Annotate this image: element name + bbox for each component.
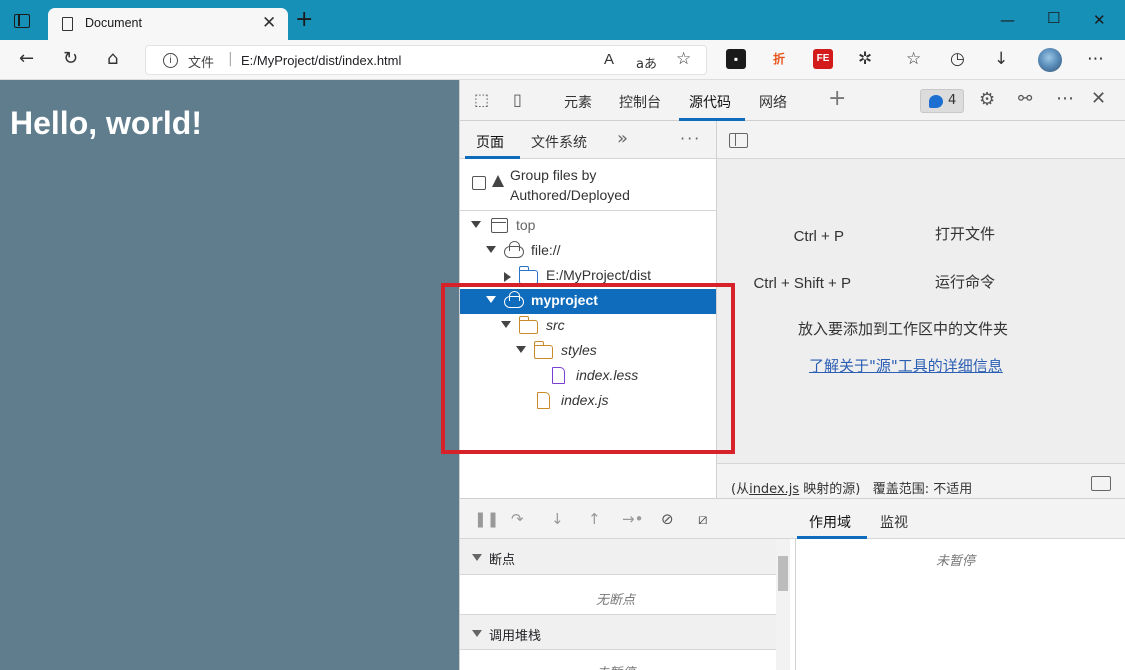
tab-console[interactable]: 控制台: [619, 92, 661, 112]
profile-avatar[interactable]: [1038, 48, 1062, 72]
learn-more-link[interactable]: 了解关于"源"工具的详细信息: [809, 355, 1003, 376]
minimize-icon[interactable]: —: [1000, 11, 1015, 29]
tab-network[interactable]: 网络: [759, 92, 787, 112]
editor-status-bar: (从index.js 映射的源) 覆盖范围: 不适用: [717, 463, 1125, 498]
navigator-tabs: 页面 文件系统 » ···: [460, 121, 716, 159]
shortcut-run-command-desc: 运行命令: [935, 273, 996, 291]
scope-not-paused: 未暂停: [936, 554, 976, 569]
debugger-pane: ❚❚ ↷ ↓ ↑ →• ⊘ ⧄ 断点 无断点 调用堆栈 未暂停: [460, 498, 796, 670]
maximize-icon[interactable]: ☐: [1047, 9, 1060, 27]
pause-on-exceptions-icon[interactable]: ⧄: [698, 510, 708, 528]
refresh-icon[interactable]: ↻: [63, 49, 78, 69]
folder-icon: [519, 266, 538, 284]
url-text[interactable]: E:/MyProject/dist/index.html: [241, 53, 401, 68]
extension-fe-icon[interactable]: FE: [813, 49, 833, 69]
settings-gear-icon[interactable]: ⚙: [979, 89, 995, 110]
step-icon[interactable]: →•: [622, 510, 643, 528]
scope-pane: 作用域 监视 未暂停: [796, 498, 1125, 670]
tree-item-file-scheme[interactable]: file://: [460, 239, 716, 264]
scope-tabs: 作用域 监视: [796, 499, 1125, 539]
highlight-annotation: [441, 283, 735, 454]
editor-pane: Ctrl + P 打开文件 Ctrl + Shift + P 运行命令 放入要添…: [717, 121, 1125, 498]
cloud-icon: [504, 241, 524, 258]
group-files-label: Group files by Authored/Deployed: [510, 167, 630, 203]
page-icon: [62, 17, 73, 31]
status-text: (从index.js 映射的源) 覆盖范围: 不适用: [731, 482, 973, 497]
extensions-icon[interactable]: ✲: [858, 49, 872, 69]
tab-page[interactable]: 页面: [476, 132, 504, 152]
inspect-element-icon[interactable]: ⬚: [474, 90, 489, 109]
device-emulation-icon[interactable]: ▯: [513, 90, 522, 109]
tab-watch[interactable]: 监视: [880, 512, 908, 532]
tree-item-top[interactable]: top: [460, 214, 716, 239]
scrollbar-thumb[interactable]: [778, 556, 788, 591]
translate-icon[interactable]: aあ: [636, 53, 657, 72]
add-favorite-icon[interactable]: ☆: [676, 49, 691, 69]
step-over-icon[interactable]: ↷: [511, 510, 524, 528]
history-icon[interactable]: ◷: [950, 49, 965, 69]
tab-filesystem[interactable]: 文件系统: [531, 132, 587, 152]
no-breakpoints-text: 无断点: [596, 593, 636, 608]
toggle-drawer-icon[interactable]: [1091, 476, 1111, 491]
experiment-flask-icon: [492, 175, 504, 187]
step-out-icon[interactable]: ↑: [588, 510, 601, 528]
issues-icon: [929, 95, 943, 108]
coverage-text: 覆盖范围: 不适用: [872, 482, 973, 497]
close-window-icon[interactable]: ✕: [1093, 11, 1106, 29]
tab-close-icon[interactable]: ✕: [262, 13, 276, 33]
debugger-scrollbar[interactable]: [776, 539, 790, 670]
title-bar: Document ✕ + — ☐ ✕: [0, 0, 1125, 40]
back-icon[interactable]: ←: [19, 49, 34, 69]
tab-title: Document: [85, 16, 142, 30]
drop-folder-hint: 放入要添加到工作区中的文件夹: [798, 320, 1009, 338]
editor-toolbar: [717, 121, 1125, 159]
browser-window: Document ✕ + — ☐ ✕ ← ↻ ⌂ i 文件 | E:/MyPro…: [0, 0, 1125, 670]
navigator-menu-icon[interactable]: ···: [680, 129, 701, 148]
extension-1-icon[interactable]: ▪: [726, 49, 746, 69]
url-separator: |: [228, 51, 233, 67]
shortcut-open-file-key: Ctrl + P: [793, 228, 844, 245]
call-stack-not-paused: 未暂停: [596, 662, 635, 670]
tab-scope[interactable]: 作用域: [809, 512, 851, 532]
downloads-icon[interactable]: ↓: [994, 49, 1008, 69]
extension-zhe-icon[interactable]: 折: [769, 49, 789, 69]
issues-badge[interactable]: 4: [920, 89, 964, 113]
issues-count: 4: [948, 93, 957, 108]
call-stack-header[interactable]: 调用堆栈: [460, 614, 776, 650]
read-aloud-icon[interactable]: A: [604, 51, 614, 68]
deactivate-breakpoints-icon[interactable]: ⊘: [661, 510, 674, 528]
breakpoints-header[interactable]: 断点: [460, 539, 776, 575]
step-into-icon[interactable]: ↓: [551, 510, 564, 528]
close-devtools-icon[interactable]: ✕: [1091, 88, 1106, 109]
debugger-toolbar: ❚❚ ↷ ↓ ↑ →• ⊘ ⧄: [460, 499, 796, 539]
page-viewport: Hello, world!: [0, 80, 459, 670]
home-icon[interactable]: ⌂: [107, 49, 118, 69]
pause-icon[interactable]: ❚❚: [474, 510, 499, 528]
address-input[interactable]: i 文件 | E:/MyProject/dist/index.html A aあ…: [145, 45, 707, 75]
url-scheme-label: 文件: [188, 56, 215, 71]
more-menu-icon[interactable]: ⋯: [1087, 49, 1104, 69]
group-files-checkbox[interactable]: [472, 176, 486, 190]
tab-actions-icon[interactable]: [14, 14, 30, 28]
browser-tab[interactable]: Document ✕: [48, 8, 288, 40]
group-files-row: Group files by Authored/Deployed: [460, 159, 716, 211]
add-tool-icon[interactable]: +: [828, 86, 846, 111]
info-icon[interactable]: i: [163, 53, 178, 68]
more-tools-icon[interactable]: ⋯: [1056, 88, 1074, 109]
shortcut-open-file-desc: 打开文件: [935, 225, 996, 243]
favorites-icon[interactable]: ☆: [906, 49, 921, 69]
source-map-file-link[interactable]: index.js: [749, 482, 799, 497]
frame-icon: [491, 218, 508, 233]
devtools-toolbar: ⬚ ▯ 元素 控制台 源代码 网络 + 4 ⚙ ⚯ ⋯ ✕: [460, 80, 1125, 121]
toggle-sidebar-icon[interactable]: [729, 133, 748, 148]
more-tabs-icon[interactable]: »: [617, 128, 628, 149]
new-tab-icon[interactable]: +: [295, 9, 313, 31]
tab-sources[interactable]: 源代码: [689, 92, 731, 112]
address-bar-row: ← ↻ ⌂ i 文件 | E:/MyProject/dist/index.htm…: [0, 40, 1125, 80]
page-heading: Hello, world!: [10, 105, 202, 141]
customize-icon[interactable]: ⚯: [1018, 89, 1032, 109]
active-scope-tab-indicator: [797, 536, 867, 539]
tab-elements[interactable]: 元素: [564, 92, 592, 112]
